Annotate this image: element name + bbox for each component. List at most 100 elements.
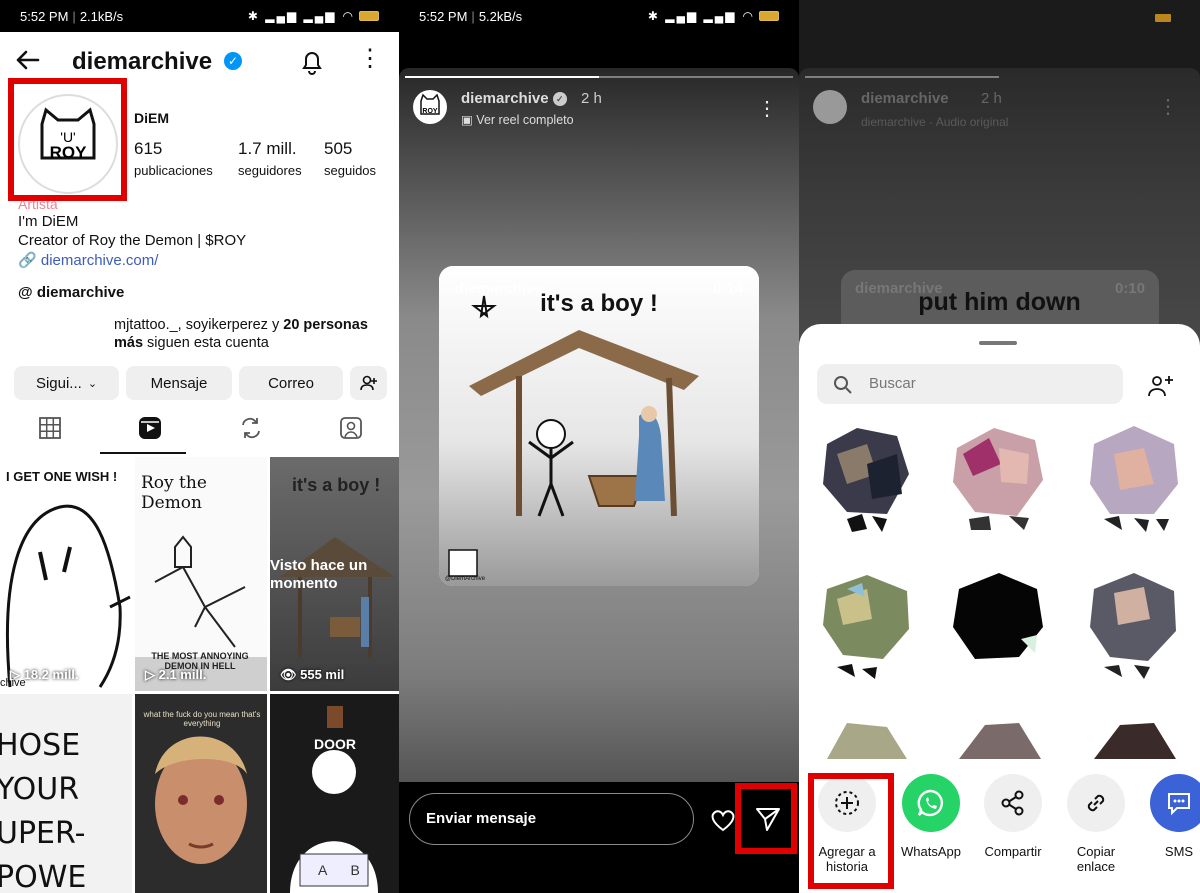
copy-link-button[interactable]: Copiar enlace: [1056, 774, 1136, 874]
more-options-icon[interactable]: ⋮: [358, 47, 382, 71]
pixelated-avatar-icon: [823, 428, 909, 532]
story-more-options-icon[interactable]: ⋮: [757, 96, 777, 121]
roy-logo-icon: ROY: [420, 93, 440, 115]
send-message-input[interactable]: Enviar mensaje: [409, 793, 694, 845]
share-sms-button[interactable]: SMS: [1139, 774, 1200, 859]
contact-avatar[interactable]: [817, 719, 917, 759]
verified-badge-icon: ✓: [552, 92, 567, 107]
tagged-tab-icon[interactable]: [337, 414, 365, 442]
signal-icons: ✱ ▂▄▆ ▂▄▆ ◠: [248, 9, 379, 23]
link-icon: [1087, 794, 1105, 812]
view-full-reel-link[interactable]: ▣ Ver reel completo: [461, 112, 574, 127]
ghost-drawing-icon: [6, 504, 131, 688]
highlight-avatar: [8, 78, 127, 201]
story-time: 2 h: [581, 90, 602, 107]
story-viewer[interactable]: ROY diemarchive ✓ 2 h ▣ Ver reel complet…: [399, 68, 799, 782]
face-photo-icon: [155, 736, 247, 864]
following-button[interactable]: Sigui... ⌄: [14, 366, 119, 400]
story-username[interactable]: diemarchive ✓: [461, 90, 567, 107]
contact-avatar[interactable]: [817, 569, 917, 679]
status-speed: 5.2kB/s: [478, 8, 523, 24]
status-speed: 2.1kB/s: [79, 8, 124, 24]
threads-badge[interactable]: @ diemarchive: [18, 284, 124, 301]
battery-icon: [359, 11, 379, 21]
profile-category: Artista: [18, 196, 58, 212]
reel-title: it's a boy !: [540, 290, 658, 317]
whatsapp-icon: [917, 789, 944, 817]
reels-grid: I GET ONE WISH ! ▷ 18.2 mill. chive Roy …: [0, 457, 399, 893]
bio-line-1: I'm DiEM: [18, 213, 79, 230]
status-bar: 5:52 PM | 5.2kB/s ✱ ▂▄▆ ▂▄▆ ◠: [399, 0, 799, 32]
reel-thumbnail[interactable]: it's a boy ! Visto hace un momento 👁 555…: [270, 457, 399, 691]
highlight-share-button: [735, 783, 797, 854]
contact-avatar[interactable]: [1084, 719, 1184, 759]
sms-icon: [1168, 793, 1190, 816]
reel-thumbnail[interactable]: HOSE YOUR UPER-POWE: [0, 694, 132, 893]
status-time: 5:52 PM: [419, 8, 468, 24]
stat-following[interactable]: 505 seguidos: [324, 139, 376, 178]
followed-by-text[interactable]: mjtattoo._, soyikerperez y 20 personas m…: [114, 316, 384, 352]
story-avatar[interactable]: ROY: [413, 90, 447, 124]
chevron-down-icon: ⌄: [87, 377, 98, 390]
pixelated-avatar-icon: [959, 723, 1041, 759]
email-button[interactable]: Correo: [239, 366, 343, 400]
profile-panel: 5:52 PM | 2.1kB/s ✱ ▂▄▆ ▂▄▆ ◠ diemarchiv…: [0, 0, 399, 893]
stat-posts[interactable]: 615 publicaciones: [134, 139, 213, 178]
contact-avatar[interactable]: [1084, 424, 1184, 534]
battery-icon: [1155, 14, 1171, 22]
add-person-icon: [359, 375, 377, 391]
pixelated-avatar-icon: [1090, 426, 1178, 532]
contact-avatar[interactable]: [817, 424, 917, 534]
story-progress-bar: [405, 76, 793, 78]
share-whatsapp-button[interactable]: WhatsApp: [891, 774, 971, 859]
signal-icons: ✱ ▂▄▆ ▂▄▆ ◠: [648, 9, 779, 23]
contact-avatar[interactable]: [949, 424, 1049, 534]
add-people-icon[interactable]: [1147, 372, 1175, 400]
battery-icon: [759, 11, 779, 21]
views-count: ▷ 2.1 mill.: [145, 667, 207, 682]
bio-line-2: Creator of Roy the Demon | $ROY: [18, 232, 247, 249]
shared-reel-card[interactable]: diemarchive 0:14 it's a boy ! @DiemArchi…: [439, 266, 759, 586]
reel-icon: ▣: [461, 113, 473, 127]
verified-badge-icon: ✓: [224, 52, 242, 70]
link-icon: 🔗: [18, 252, 37, 269]
profile-link[interactable]: 🔗 diemarchive.com/: [18, 251, 158, 269]
add-user-button[interactable]: [350, 366, 387, 400]
pixelated-avatar-icon: [953, 428, 1043, 530]
pixelated-avatar-icon: [953, 573, 1043, 659]
reel-thumbnail[interactable]: I GET ONE WISH ! ▷ 18.2 mill. chive: [0, 457, 132, 691]
dimmed-reel-title: put him down: [918, 288, 1081, 316]
threads-icon: @: [18, 284, 33, 301]
reel-thumbnail[interactable]: what the fuck do you mean that's everyth…: [135, 694, 267, 893]
sheet-drag-handle[interactable]: [979, 341, 1017, 345]
story-panel: 5:52 PM | 5.2kB/s ✱ ▂▄▆ ▂▄▆ ◠ ROY diemar…: [399, 0, 799, 893]
reels-tab-icon[interactable]: [136, 414, 164, 442]
message-button[interactable]: Mensaje: [126, 366, 232, 400]
share-generic-button[interactable]: Compartir: [973, 774, 1053, 859]
views-count: 👁 555 mil: [280, 667, 345, 682]
search-input[interactable]: Buscar: [817, 364, 1123, 404]
active-tab-indicator: [100, 452, 186, 454]
contact-avatar[interactable]: [1084, 569, 1184, 679]
pixelated-avatar-icon: [1094, 723, 1176, 759]
contact-avatar[interactable]: [949, 719, 1049, 759]
reel-thumbnail[interactable]: DOOR A B: [270, 694, 399, 893]
status-bar: 5:52 PM | 2.1kB/s ✱ ▂▄▆ ▂▄▆ ◠: [0, 0, 399, 32]
contact-avatar[interactable]: [949, 569, 1049, 679]
reposts-tab-icon[interactable]: [237, 414, 265, 442]
highlight-add-to-story: [808, 773, 894, 889]
share-icon: [1001, 790, 1024, 816]
grid-tab-icon[interactable]: [36, 414, 64, 442]
like-heart-icon[interactable]: [710, 808, 736, 832]
pixelated-avatar-icon: [823, 575, 909, 679]
search-icon: [834, 376, 852, 394]
profile-username: diemarchive: [72, 48, 213, 75]
bell-icon[interactable]: [298, 48, 326, 76]
reel-thumbnail[interactable]: Roy the Demon THE MOST ANNOYING DEMON IN…: [135, 457, 267, 691]
profile-tabs: [0, 406, 399, 454]
status-time: 5:52 PM: [20, 8, 69, 24]
svg-text:ROY: ROY: [422, 108, 438, 115]
pixelated-avatar-icon: [827, 723, 907, 759]
stat-followers[interactable]: 1.7 mill. seguidores: [238, 139, 302, 178]
back-arrow-icon[interactable]: [12, 44, 44, 76]
